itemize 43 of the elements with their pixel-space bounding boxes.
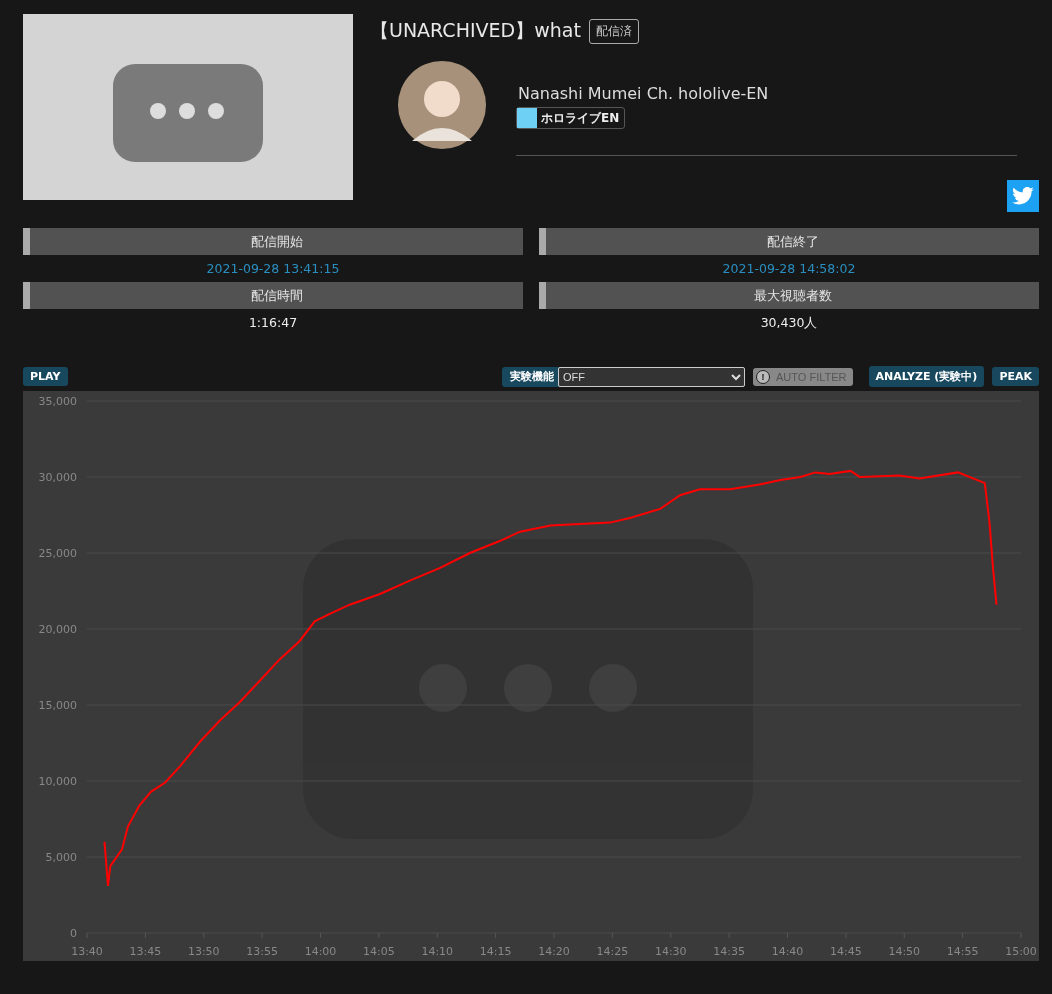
y-axis-label: 30,000	[38, 471, 77, 484]
y-axis-label: 35,000	[38, 395, 77, 408]
y-axis-label: 10,000	[38, 775, 77, 788]
stat-header: 配信開始	[23, 228, 523, 255]
stat-header: 配信終了	[539, 228, 1039, 255]
group-tag[interactable]: ホロライブEN	[516, 107, 626, 129]
x-axis-label: 13:45	[129, 945, 162, 958]
x-axis-label: 15:00	[1005, 945, 1037, 958]
x-axis-label: 14:45	[830, 945, 862, 958]
y-axis-label: 15,000	[38, 699, 77, 712]
x-axis-label: 14:20	[538, 945, 570, 958]
x-axis-label: 14:30	[654, 945, 687, 958]
video-title: 【UNARCHIVED】what	[370, 18, 581, 43]
peak-button[interactable]: PEAK	[992, 367, 1039, 386]
y-axis-label: 20,000	[38, 623, 77, 636]
stat-header: 最大視聴者数	[539, 282, 1039, 309]
channel-name[interactable]: Nanashi Mumei Ch. hololive-EN	[516, 84, 1017, 103]
stat-link[interactable]: 2021-09-28 14:58:02	[722, 261, 856, 276]
stat-header: 配信時間	[23, 282, 523, 309]
analyze-button[interactable]: ANALYZE (実験中)	[868, 366, 985, 387]
play-button[interactable]: PLAY	[23, 367, 68, 386]
x-axis-label: 13:40	[71, 945, 103, 958]
x-axis-label: 14:35	[713, 945, 745, 958]
y-axis-label: 5,000	[45, 851, 77, 864]
x-axis-label: 14:10	[421, 945, 454, 958]
x-axis-label: 14:00	[304, 945, 337, 958]
y-axis-label: 25,000	[38, 547, 77, 560]
x-axis-label: 14:05	[363, 945, 395, 958]
x-axis-label: 13:55	[246, 945, 278, 958]
x-axis-label: 14:25	[596, 945, 629, 958]
group-logo-icon	[517, 108, 537, 128]
experimental-select[interactable]: 実験機能 OFF	[502, 366, 745, 387]
stat-value: 30,430人	[760, 315, 818, 332]
x-axis-label: 14:50	[888, 945, 921, 958]
twitter-button[interactable]	[1007, 180, 1039, 212]
stat-value: 1:16:47	[248, 315, 298, 330]
x-axis-label: 13:50	[187, 945, 220, 958]
status-badge: 配信済	[588, 18, 639, 44]
x-axis-label: 14:55	[946, 945, 979, 958]
x-axis-label: 14:15	[479, 945, 512, 958]
stat-link[interactable]: 2021-09-28 13:41:15	[206, 261, 340, 276]
y-axis-label: 0	[70, 927, 77, 940]
x-axis-label: 14:40	[771, 945, 804, 958]
